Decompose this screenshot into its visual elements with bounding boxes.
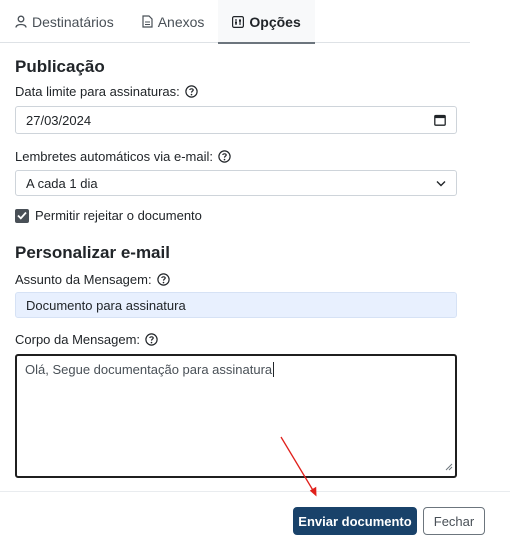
check-icon — [17, 211, 27, 220]
reminders-label-text: Lembretes automáticos via e-mail: — [15, 149, 213, 164]
subject-label-text: Assunto da Mensagem: — [15, 272, 152, 287]
help-icon[interactable] — [218, 150, 231, 163]
calendar-icon[interactable] — [434, 114, 446, 126]
allow-reject-checkbox[interactable] — [15, 208, 29, 223]
body-value: Olá, Segue documentação para assinatura — [25, 362, 273, 377]
subject-label: Assunto da Mensagem: — [15, 272, 170, 287]
help-icon[interactable] — [145, 333, 158, 346]
tab-opcoes[interactable]: Opções — [218, 0, 316, 44]
close-button[interactable]: Fechar — [423, 507, 485, 535]
reminders-select[interactable]: A cada 1 dia — [15, 170, 457, 196]
subject-input[interactable]: Documento para assinatura — [15, 292, 457, 318]
reminders-label: Lembretes automáticos via e-mail: — [15, 149, 231, 164]
document-icon — [142, 15, 153, 28]
help-icon[interactable] — [185, 85, 198, 98]
reminders-select-value: A cada 1 dia — [26, 175, 98, 191]
tab-bar: Destinatários Anexos Opções — [0, 0, 470, 44]
body-label: Corpo da Mensagem: — [15, 332, 158, 347]
allow-reject-label: Permitir rejeitar o documento — [35, 208, 202, 223]
tab-destinatarios[interactable]: Destinatários — [0, 0, 128, 43]
help-icon[interactable] — [156, 273, 170, 286]
sliders-icon — [232, 15, 245, 28]
footer-divider — [0, 491, 510, 492]
text-caret — [273, 362, 275, 377]
person-icon — [15, 15, 27, 28]
tab-opcoes-label: Opções — [249, 13, 301, 30]
deadline-date-value: 27/03/2024 — [26, 112, 92, 128]
body-textarea[interactable]: Olá, Segue documentação para assinatura — [15, 354, 457, 478]
send-document-button[interactable]: Enviar documento — [293, 507, 417, 535]
body-label-text: Corpo da Mensagem: — [15, 332, 141, 347]
tab-anexos-label: Anexos — [157, 13, 205, 30]
deadline-label: Data limite para assinaturas: — [15, 84, 198, 99]
resize-handle-icon[interactable] — [445, 459, 453, 474]
publication-title: Publicação — [15, 57, 105, 76]
tab-anexos[interactable]: Anexos — [128, 0, 219, 43]
tab-destinatarios-label: Destinatários — [32, 13, 114, 30]
email-title: Personalizar e-mail — [15, 243, 170, 262]
chevron-down-icon — [436, 180, 446, 187]
deadline-label-text: Data limite para assinaturas: — [15, 84, 180, 99]
deadline-date-input[interactable]: 27/03/2024 — [15, 106, 457, 134]
allow-reject-row[interactable]: Permitir rejeitar o documento — [15, 208, 202, 223]
subject-value: Documento para assinatura — [26, 297, 186, 313]
